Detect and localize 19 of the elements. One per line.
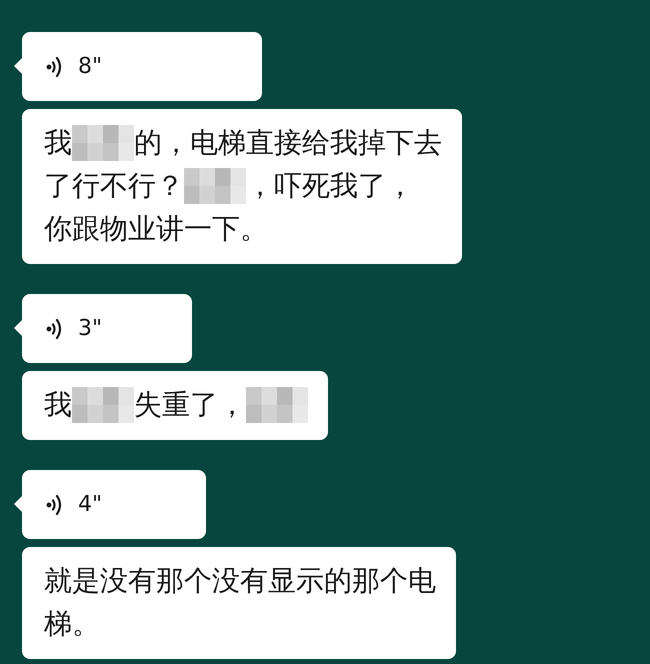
voice-icon — [46, 54, 64, 78]
voice-duration: 4" — [78, 492, 102, 517]
redaction-mosaic — [246, 386, 308, 422]
message-text: 的，电梯直接给我掉下去 — [134, 125, 442, 161]
message-text: 就是没有那个没有显示的那个电 — [44, 563, 436, 599]
redaction-mosaic — [72, 124, 134, 160]
voice-duration: 8" — [78, 54, 102, 79]
voice-duration: 3" — [78, 316, 102, 341]
message-text: 我 — [44, 125, 72, 161]
message-text: 了行不行？ — [44, 168, 184, 204]
message-text: 我 — [44, 387, 72, 423]
voice-icon — [46, 316, 64, 340]
message-text: 失重了， — [134, 387, 246, 423]
redaction-mosaic — [72, 386, 134, 422]
redaction-mosaic — [184, 168, 246, 204]
voice-icon — [46, 492, 64, 516]
message-text: 你跟物业讲一下。 — [44, 211, 268, 247]
message-text: ，吓死我了， — [246, 168, 414, 204]
message-text: 梯。 — [44, 606, 100, 642]
